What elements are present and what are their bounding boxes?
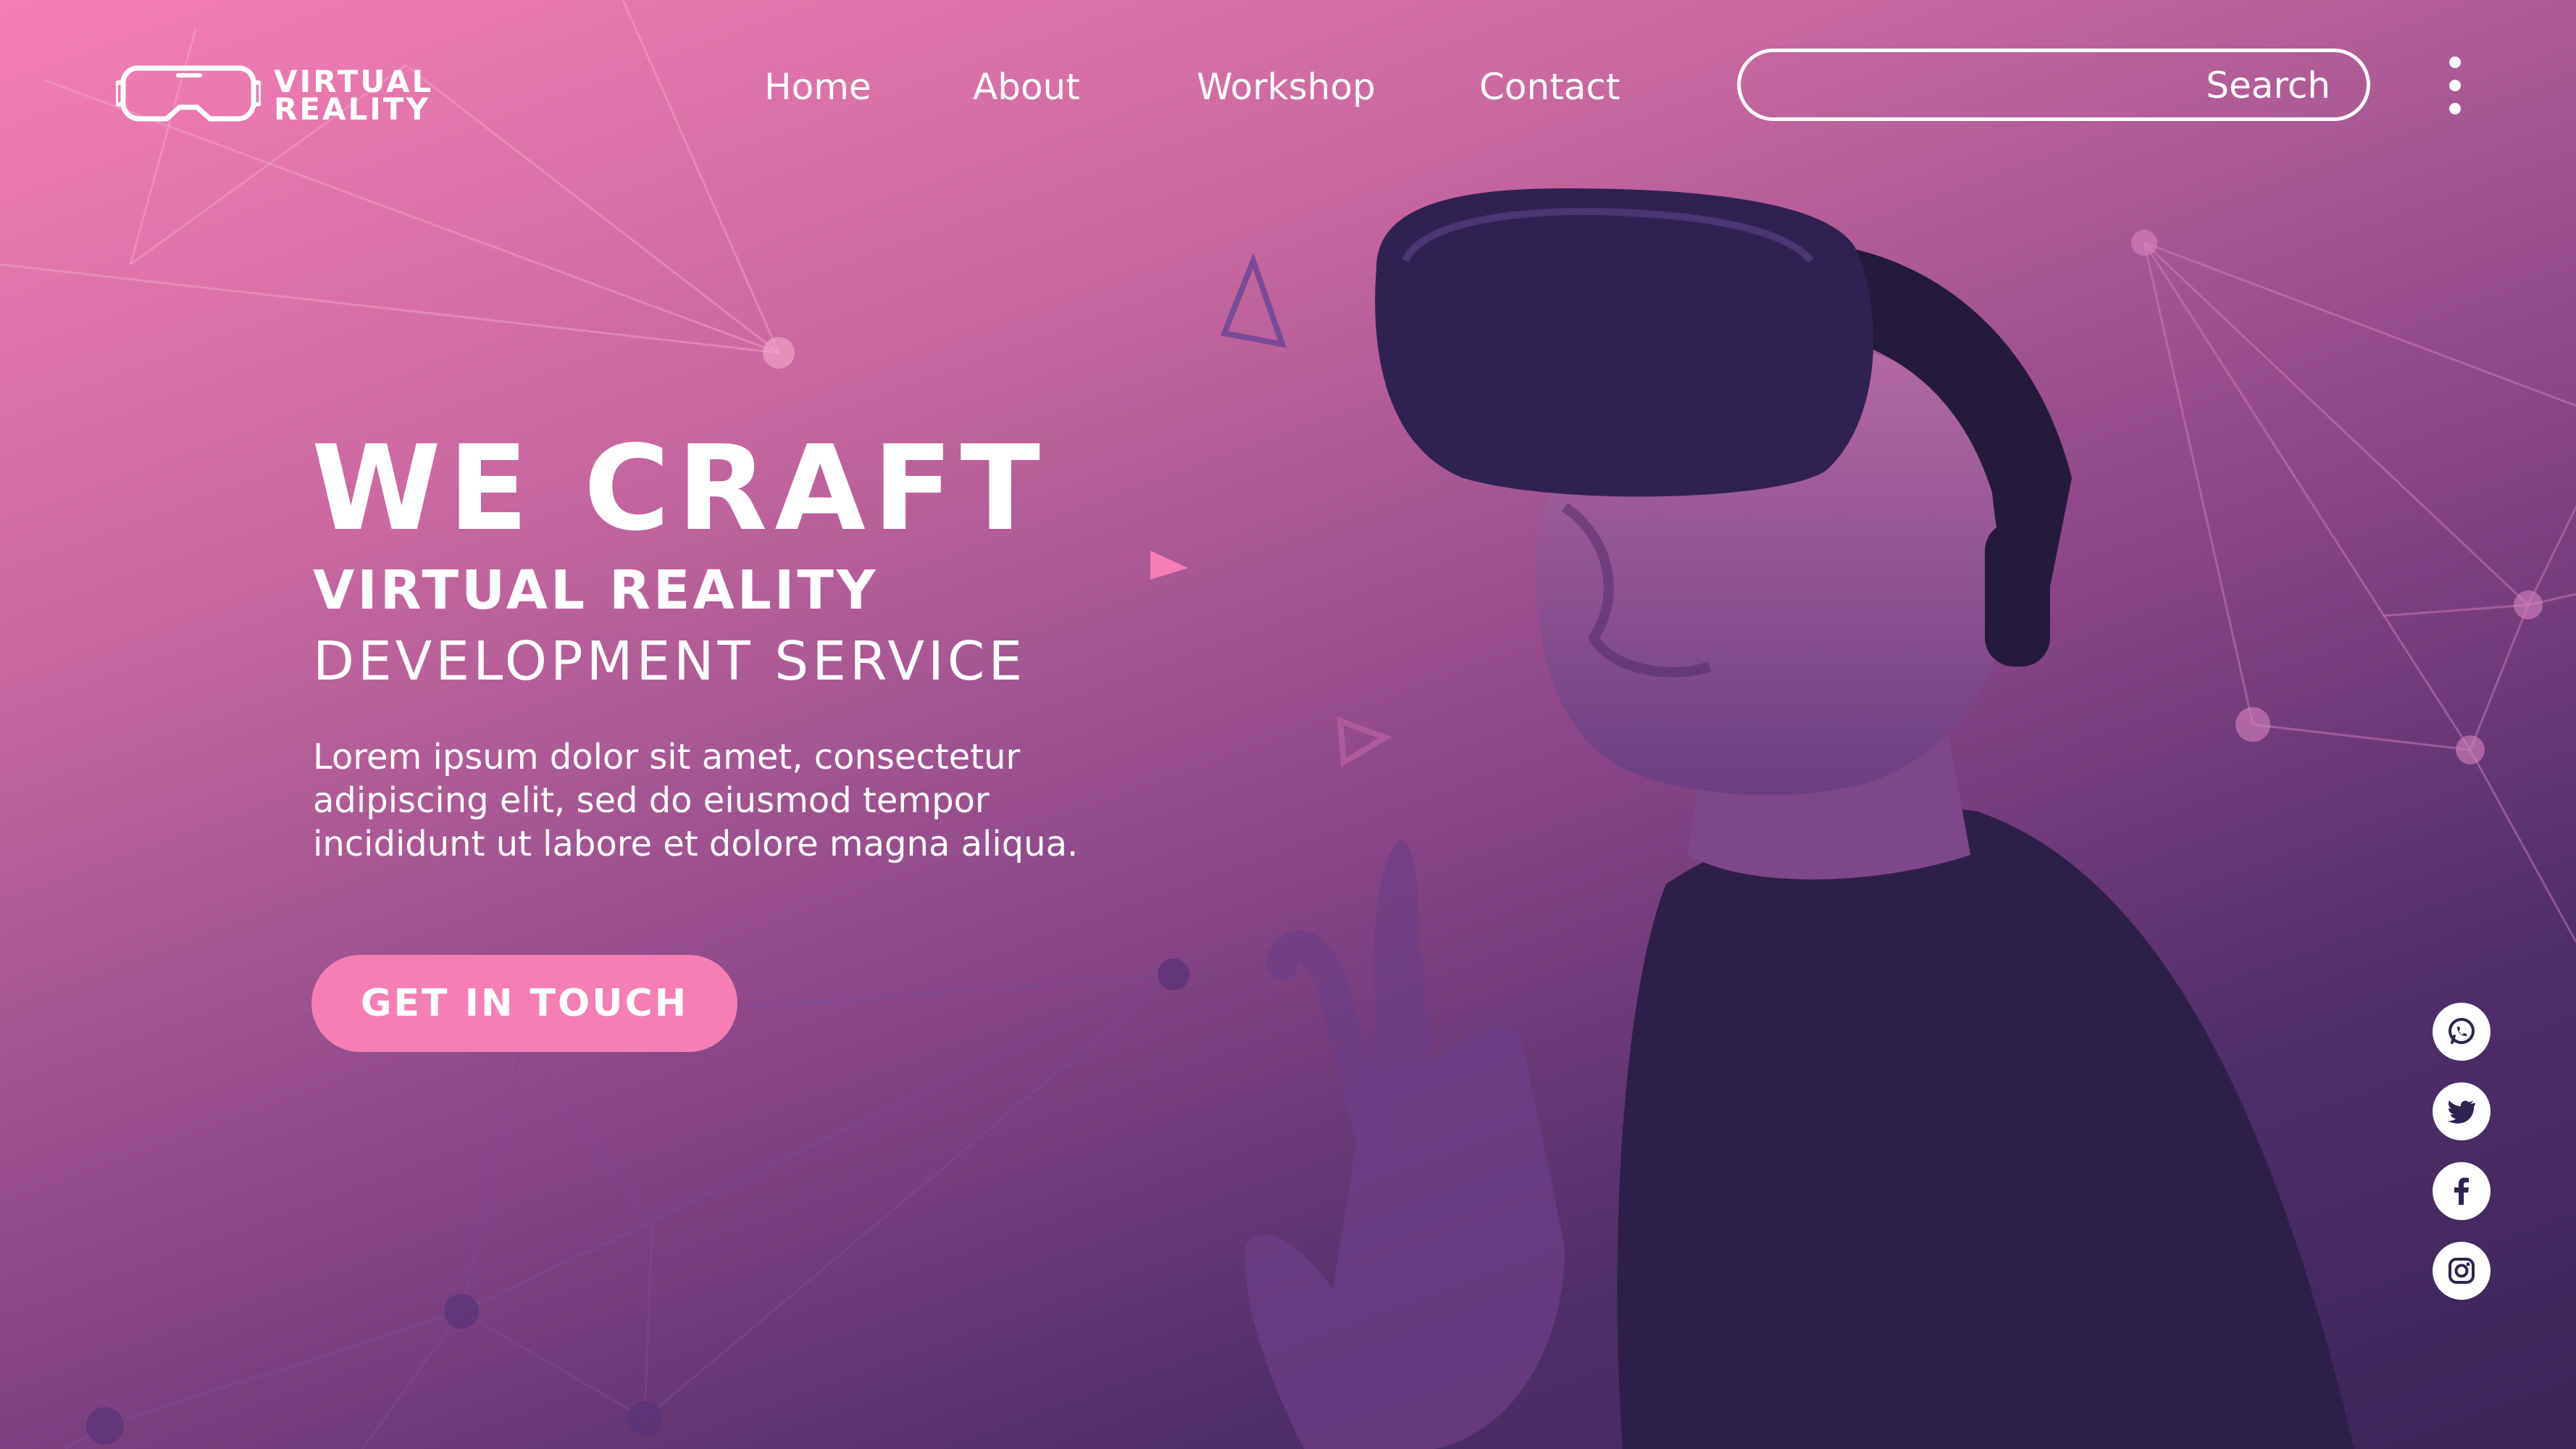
hero-body-text: Lorem ipsum dolor sit amet, consectetur … [313,737,1079,864]
nav-home[interactable]: Home [764,64,871,110]
get-in-touch-button[interactable]: GET IN TOUCH [311,955,737,1052]
search-input[interactable]: Search [1737,49,2370,121]
brand-line-2: REALITY [274,91,430,127]
nav-about[interactable]: About [973,64,1080,110]
nav-contact[interactable]: Contact [1479,64,1621,110]
nav-workshop[interactable]: Workshop [1197,64,1376,110]
hero-title: WE CRAFT [311,421,1047,557]
kebab-menu-icon[interactable] [2444,57,2466,114]
hero-subtitle-light: DEVELOPMENT SERVICE [313,630,1026,693]
brand-name: VIRTUAL REALITY [274,67,433,127]
facebook-icon[interactable] [2433,1162,2491,1220]
whatsapp-icon[interactable] [2433,1003,2491,1061]
instagram-icon[interactable] [2433,1242,2491,1300]
hero-subtitle-bold: VIRTUAL REALITY [313,559,879,622]
brand-logo[interactable]: VIRTUAL REALITY [116,61,433,130]
twitter-icon[interactable] [2433,1082,2491,1140]
vr-user-photo [1245,188,2354,1449]
search-label: Search [2206,64,2330,107]
vr-headset-icon [116,65,261,122]
